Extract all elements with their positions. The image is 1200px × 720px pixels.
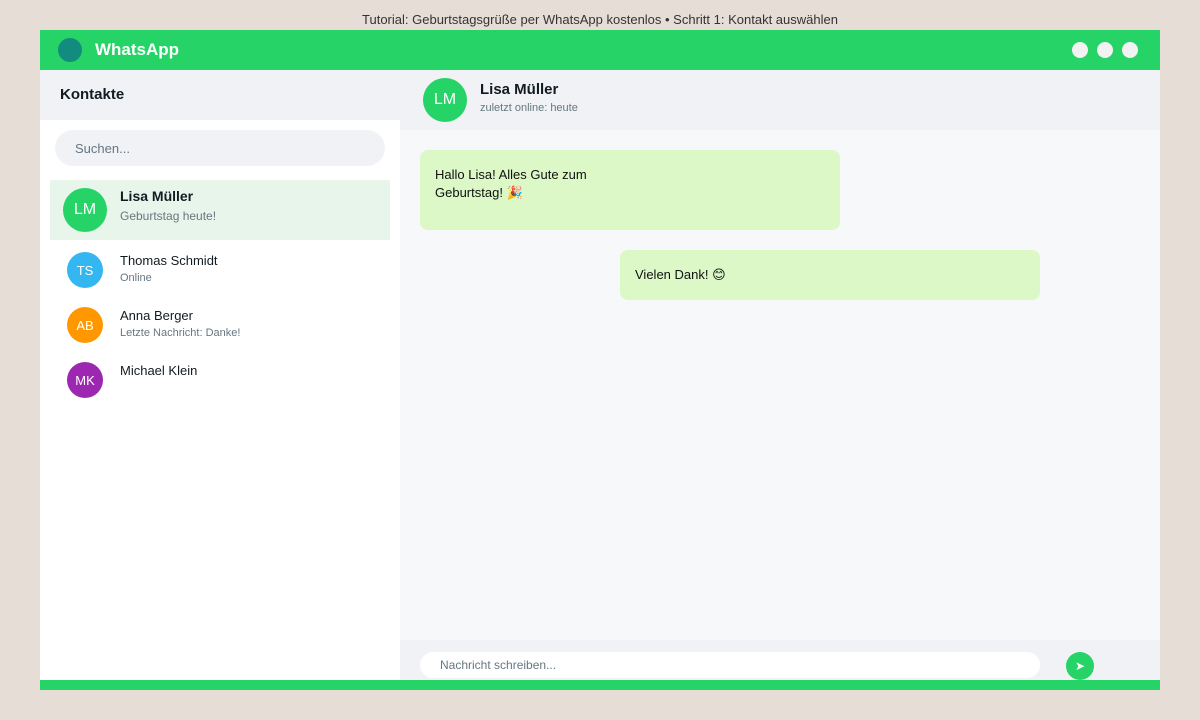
sidebar-title: Kontakte bbox=[60, 86, 125, 103]
sidebar-header: Kontakte bbox=[40, 70, 400, 120]
avatar: AB bbox=[67, 307, 103, 343]
chat-avatar: LM bbox=[423, 78, 467, 122]
avatar: LM bbox=[63, 188, 107, 232]
chat-contact-name: Lisa Müller bbox=[480, 81, 559, 98]
chat-header: LM Lisa Müller zuletzt online: heute bbox=[400, 70, 1160, 130]
contact-name: Anna Berger bbox=[120, 308, 193, 323]
contact-item-thomas-schmidt[interactable]: TS Thomas Schmidt Online bbox=[50, 245, 390, 305]
minimize-button[interactable] bbox=[1072, 42, 1088, 58]
title-bar: WhatsApp bbox=[40, 30, 1160, 70]
contact-subtitle: Geburtstag heute! bbox=[120, 209, 217, 223]
contact-subtitle: Online bbox=[120, 272, 152, 284]
contact-item-anna-berger[interactable]: AB Anna Berger Letzte Nachricht: Danke! bbox=[50, 300, 390, 360]
message-bubble-sent: Hallo Lisa! Alles Gute zum Geburtstag! 🎉 bbox=[420, 150, 840, 230]
message-text-line: Geburtstag! 🎉 bbox=[435, 185, 523, 200]
search-input[interactable] bbox=[55, 130, 385, 166]
message-text-line: Hallo Lisa! Alles Gute zum bbox=[435, 167, 587, 182]
chat-panel: LM Lisa Müller zuletzt online: heute Hal… bbox=[400, 70, 1160, 680]
send-button[interactable]: ➤ bbox=[1066, 652, 1094, 680]
message-input[interactable] bbox=[420, 652, 1040, 678]
close-button[interactable] bbox=[1122, 42, 1138, 58]
avatar: MK bbox=[67, 362, 103, 398]
message-composer: ➤ bbox=[400, 640, 1160, 680]
contact-name: Thomas Schmidt bbox=[120, 253, 218, 268]
message-text: Vielen Dank! 😊 bbox=[635, 267, 726, 282]
message-bubble-received: Vielen Dank! 😊 bbox=[620, 250, 1040, 300]
chat-status: zuletzt online: heute bbox=[480, 102, 578, 114]
contact-subtitle: Letzte Nachricht: Danke! bbox=[120, 327, 241, 339]
contact-name: Michael Klein bbox=[120, 363, 198, 378]
whatsapp-window: WhatsApp Kontakte LM Lisa Müller Geburts… bbox=[40, 30, 1160, 690]
contact-item-michael-klein[interactable]: MK Michael Klein bbox=[50, 355, 390, 415]
tutorial-caption: Tutorial: Geburtstagsgrüße per WhatsApp … bbox=[362, 12, 838, 27]
whatsapp-logo-icon bbox=[58, 38, 82, 62]
contact-name: Lisa Müller bbox=[120, 188, 194, 204]
send-arrow-icon: ➤ bbox=[1074, 659, 1086, 673]
app-title: WhatsApp bbox=[95, 40, 180, 59]
maximize-button[interactable] bbox=[1097, 42, 1113, 58]
contacts-sidebar: Kontakte LM Lisa Müller Geburtstag heute… bbox=[40, 70, 400, 680]
avatar: TS bbox=[67, 252, 103, 288]
contact-item-lisa-mueller[interactable]: LM Lisa Müller Geburtstag heute! bbox=[50, 180, 390, 240]
bottom-bar bbox=[40, 680, 1160, 690]
